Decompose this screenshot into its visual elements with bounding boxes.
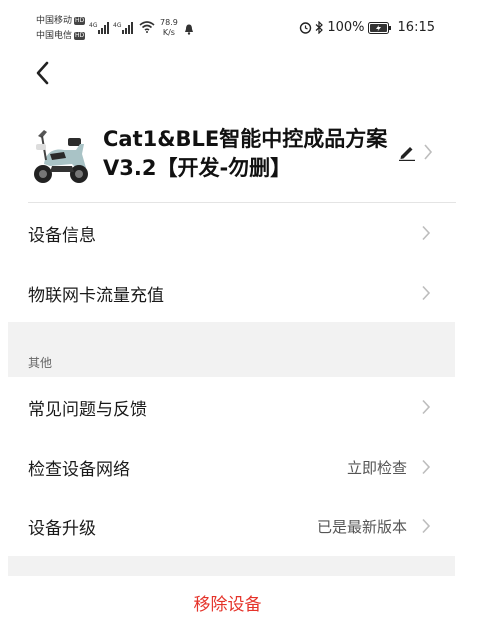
bell-icon — [185, 24, 193, 35]
chevron-right-icon — [424, 144, 433, 160]
net-speed: 78.9 K/s — [160, 18, 178, 37]
status-right: 100% 16:15 — [299, 20, 435, 35]
wifi-icon — [139, 21, 155, 33]
chevron-right-icon — [422, 518, 431, 534]
chevron-right-icon — [422, 285, 431, 301]
svg-text:4G: 4G — [89, 22, 98, 29]
chevron-right-icon — [422, 399, 431, 415]
row-label: 设备信息 — [28, 226, 96, 246]
carrier-2: 中国电信 HD — [36, 31, 86, 41]
chevron-right-icon — [422, 225, 431, 241]
row-label: 设备升级 — [28, 519, 96, 539]
back-button[interactable] — [32, 60, 54, 86]
row-label: 检查设备网络 — [28, 460, 130, 480]
signal-icon-1: 4G — [89, 22, 109, 34]
device-header[interactable]: Cat1&BLE智能中控成品方案V3.2【开发-勿删】 — [0, 112, 501, 202]
bluetooth-icon — [315, 21, 324, 34]
scooter-image — [34, 130, 88, 183]
row-sim-topup[interactable]: 物联网卡流量充值 — [0, 263, 455, 323]
row-label: 常见问题与反馈 — [28, 400, 147, 420]
section-label-other: 其他 — [28, 356, 53, 370]
status-bar: 中国移动 HD 中国电信 HD 4G 4G 78.9 K/s 100% 16:1… — [0, 0, 501, 50]
chevron-right-icon — [422, 459, 431, 475]
row-value: 立即检查 — [346, 459, 407, 477]
row-faq[interactable]: 常见问题与反馈 — [0, 377, 455, 437]
svg-text:4G: 4G — [113, 22, 122, 29]
remove-device-button[interactable]: 移除设备 — [0, 590, 455, 615]
edit-icon[interactable] — [398, 143, 416, 161]
section-separator — [8, 556, 455, 576]
row-value: 已是最新版本 — [316, 518, 407, 536]
row-device-info[interactable]: 设备信息 — [0, 203, 455, 263]
row-check-network[interactable]: 检查设备网络 立即检查 — [0, 437, 455, 497]
battery-icon — [367, 21, 391, 34]
signal-icon-2: 4G — [113, 22, 133, 34]
alarm-icon — [300, 22, 312, 34]
section-separator — [8, 322, 455, 377]
row-upgrade[interactable]: 设备升级 已是最新版本 — [0, 496, 455, 556]
carrier-1: 中国移动 HD — [36, 16, 86, 26]
row-label: 物联网卡流量充值 — [28, 286, 164, 306]
device-name: Cat1&BLE智能中控成品方案V3.2【开发-勿删】 — [103, 127, 388, 180]
